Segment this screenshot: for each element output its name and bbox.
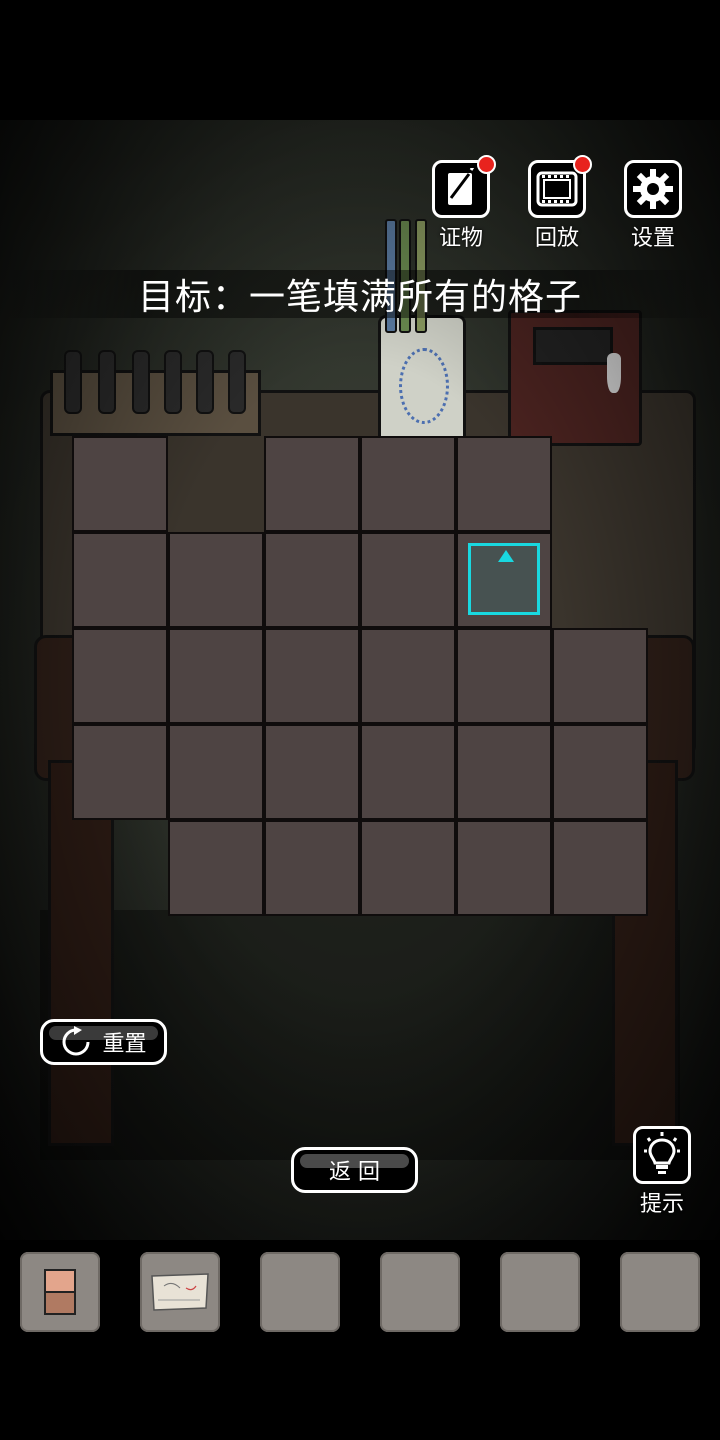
arrow-up-icon	[498, 550, 514, 562]
grid-cell[interactable]	[168, 820, 264, 916]
grid-cell[interactable]	[264, 628, 360, 724]
settings-label: 设置	[630, 226, 675, 251]
evidence-label: 证物	[438, 226, 483, 251]
paper-note-icon	[151, 1273, 209, 1311]
rack-peg	[228, 350, 246, 414]
goal-text: 目标：一笔填满所有的格子	[137, 277, 582, 318]
grid-cell[interactable]	[360, 820, 456, 916]
inventory-slot-3[interactable]	[260, 1252, 340, 1332]
torn-photo-icon	[44, 1269, 76, 1315]
rack-peg	[98, 350, 116, 414]
grid-cell[interactable]	[360, 628, 456, 724]
grid-cell[interactable]	[168, 724, 264, 820]
music-box-mirror	[533, 327, 613, 365]
back-label: 返 回	[329, 1160, 380, 1185]
inventory-slot-1[interactable]	[20, 1252, 100, 1332]
inventory-slot-2[interactable]	[140, 1252, 220, 1332]
puzzle-grid	[72, 436, 648, 916]
inventory-slot-4[interactable]	[380, 1252, 460, 1332]
notebook-pen-icon	[432, 155, 496, 218]
grid-cell[interactable]	[552, 820, 648, 916]
ballerina-figure	[607, 353, 621, 393]
grid-cell[interactable]	[360, 724, 456, 820]
grid-cursor[interactable]	[468, 543, 540, 615]
rack-peg	[64, 350, 82, 414]
reset-label: 重置	[102, 1032, 147, 1057]
grid-cell[interactable]	[72, 628, 168, 724]
grid-cell[interactable]	[360, 532, 456, 628]
grid-cell[interactable]	[552, 724, 648, 820]
inventory-slot-6[interactable]	[620, 1252, 700, 1332]
gear-icon	[624, 160, 682, 218]
replay-button[interactable]: 回放	[522, 155, 592, 252]
music-box	[508, 310, 642, 446]
rack-peg	[164, 350, 182, 414]
rack-peg	[132, 350, 150, 414]
grid-cell[interactable]	[72, 532, 168, 628]
grid-cell[interactable]	[456, 820, 552, 916]
grid-cell[interactable]	[264, 724, 360, 820]
settings-button[interactable]: 设置	[618, 160, 688, 252]
film-strip-icon	[528, 155, 592, 218]
porcelain-pattern	[399, 348, 449, 424]
reset-button[interactable]: 重置	[40, 1019, 167, 1065]
notification-badge	[477, 155, 496, 174]
hint-label: 提示	[639, 1192, 684, 1217]
rack-peg	[196, 350, 214, 414]
grid-cell[interactable]	[168, 532, 264, 628]
grid-cell[interactable]	[552, 628, 648, 724]
inventory-slot-5[interactable]	[500, 1252, 580, 1332]
grid-cell[interactable]	[456, 628, 552, 724]
grid-cell[interactable]	[72, 436, 168, 532]
lightbulb-icon	[633, 1126, 691, 1184]
hint-button[interactable]: 提示	[627, 1126, 697, 1218]
replay-label: 回放	[534, 226, 579, 251]
grid-cell[interactable]	[360, 436, 456, 532]
reset-icon	[63, 1026, 90, 1056]
grid-cell[interactable]	[456, 724, 552, 820]
grid-cell[interactable]	[72, 724, 168, 820]
grid-cell[interactable]	[168, 628, 264, 724]
grid-cell[interactable]	[264, 436, 360, 532]
grid-cell[interactable]	[456, 436, 552, 532]
back-button[interactable]: 返 回	[291, 1147, 418, 1193]
notification-badge	[573, 155, 592, 174]
goal-banner: 目标：一笔填满所有的格子	[0, 270, 720, 318]
grid-cell[interactable]	[264, 532, 360, 628]
grid-cell[interactable]	[264, 820, 360, 916]
brush-pot	[378, 219, 466, 446]
evidence-button[interactable]: 证物	[426, 155, 496, 252]
